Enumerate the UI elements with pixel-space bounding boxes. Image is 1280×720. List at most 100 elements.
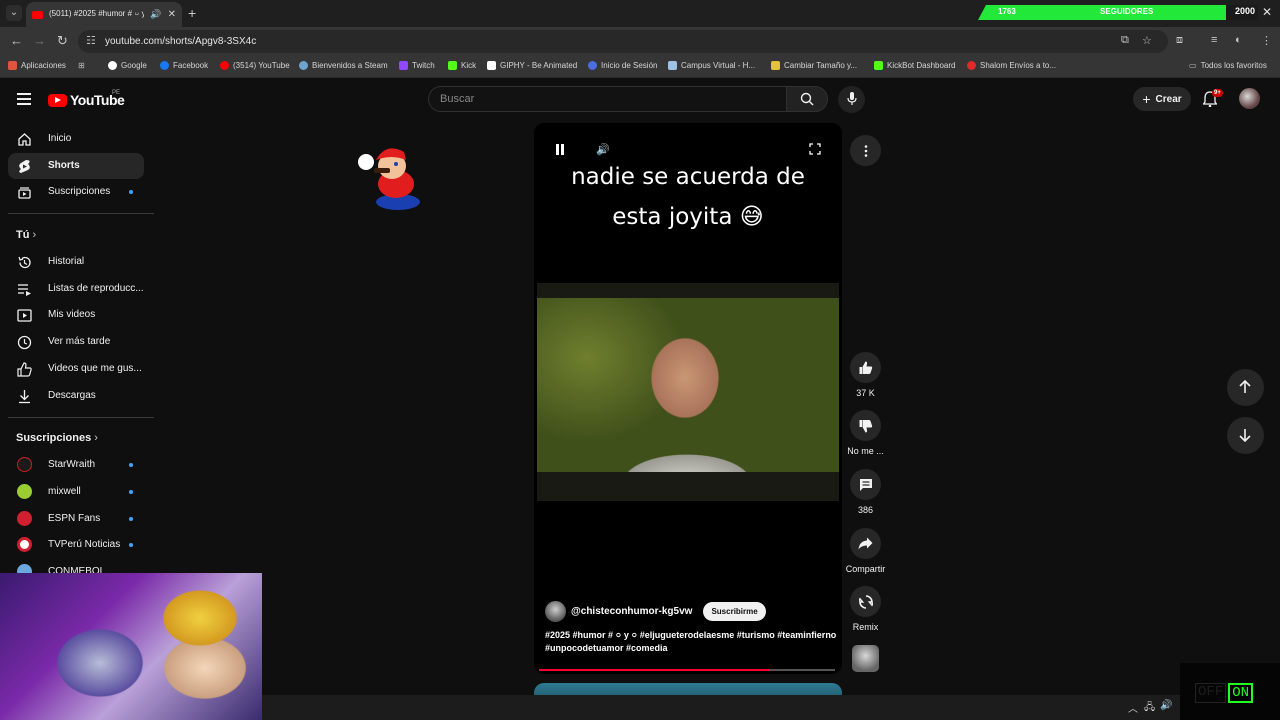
sidebar-channel-tvperu[interactable]: TVPerú Noticias <box>8 532 144 558</box>
sidebar-section-you[interactable]: Tú › <box>16 229 36 241</box>
playlist-icon <box>18 284 31 296</box>
comment-count: 386 <box>857 505 874 515</box>
youtube-play-icon <box>48 93 67 107</box>
tab-close-icon[interactable]: ✕ <box>168 9 176 20</box>
comments-button[interactable]: 386 <box>850 469 881 515</box>
bookmark-kick[interactable]: Kick <box>448 61 476 70</box>
sidebar-item-watch-later[interactable]: Ver más tarde <box>8 329 144 355</box>
bookmark-login[interactable]: Inicio de Sesión <box>588 61 657 70</box>
tab-audio-icon[interactable]: 🔊 <box>150 9 161 20</box>
channel-avatar <box>17 511 32 526</box>
shorts-player[interactable]: nadie se acuerda de esta joyita 😅 🔊 @chi… <box>534 123 842 674</box>
thumbs-up-icon <box>17 362 32 377</box>
browser-tab-active[interactable]: (5011) #2025 #humor # ০ y ০ 🔊 ✕ <box>26 2 182 27</box>
media-control-icon[interactable]: ≡ <box>1211 34 1217 46</box>
tab-search-button[interactable]: ⌄ <box>6 5 22 21</box>
bookmark-facebook[interactable]: Facebook <box>160 61 208 70</box>
sidebar-label: ESPN Fans <box>48 513 101 524</box>
bookmark-google[interactable]: Google <box>108 61 147 70</box>
next-short-button[interactable] <box>1227 417 1264 454</box>
remix-button[interactable]: Remix <box>850 586 881 632</box>
bookmark-steam[interactable]: Bienvenidos a Steam <box>299 61 388 70</box>
bookmark-youtube[interactable]: (3514) YouTube <box>220 61 290 70</box>
fullscreen-icon[interactable] <box>809 143 821 155</box>
chevron-right-icon: › <box>32 229 37 241</box>
youtube-favicon-icon <box>32 10 43 19</box>
address-bar[interactable]: ☷ youtube.com/shorts/Apgv8-3SX4c <box>78 30 1168 53</box>
status-off: OFF <box>1195 683 1227 703</box>
sidebar-item-subscriptions[interactable]: Suscripciones <box>8 179 144 205</box>
sidebar-divider <box>8 417 154 418</box>
forward-arrow-icon[interactable]: → <box>33 33 46 48</box>
tray-chevron-up-icon[interactable]: ︿ <box>1128 700 1138 715</box>
youtube-logo[interactable]: YouTube PE <box>48 90 125 108</box>
account-avatar[interactable] <box>1239 88 1260 109</box>
sidebar-label: Descargas <box>48 390 96 401</box>
sidebar-label: Videos que me gus... <box>48 363 142 374</box>
reload-icon[interactable]: ↻ <box>57 33 68 49</box>
like-button[interactable]: 37 K <box>850 352 881 398</box>
sidebar-label: TVPerú Noticias <box>48 539 121 550</box>
more-options-button[interactable] <box>850 135 881 166</box>
login-icon <box>588 61 597 70</box>
sidebar-channel-espn-fans[interactable]: ESPN Fans <box>8 506 144 532</box>
voice-search-button[interactable] <box>838 86 865 113</box>
share-icon <box>858 537 873 550</box>
bookmark-giphy[interactable]: GIPHY - Be Animated <box>487 61 577 70</box>
sidebar-item-shorts[interactable]: Shorts <box>8 153 144 179</box>
sidebar-item-downloads[interactable]: Descargas <box>8 383 144 409</box>
bookmark-kickbot[interactable]: KickBot Dashboard <box>874 61 955 70</box>
twitch-icon <box>399 61 408 70</box>
site-info-icon[interactable]: ☷ <box>86 34 96 47</box>
sound-source-thumbnail[interactable] <box>852 645 879 672</box>
sidebar-label: Inicio <box>48 133 72 144</box>
profile-icon[interactable]: ◐ <box>1235 34 1242 46</box>
speaker-icon[interactable]: 🔊 <box>1160 700 1172 711</box>
back-arrow-icon[interactable]: ← <box>10 33 23 48</box>
browser-menu-icon[interactable]: ⋮ <box>1261 34 1272 47</box>
create-button[interactable]: + Crear <box>1133 87 1191 111</box>
search-input[interactable] <box>440 93 760 105</box>
bookmark-star-icon[interactable]: ☆ <box>1142 34 1152 47</box>
sidebar-channel-starwraith[interactable]: StarWraith <box>8 452 144 478</box>
video-hashtags[interactable]: #2025 #humor # ০ y ০ #eljugueterodelaesm… <box>545 629 840 655</box>
remix-icon <box>858 594 873 609</box>
new-content-dot <box>129 463 133 467</box>
search-button[interactable] <box>786 86 828 112</box>
sidebar-section-subscriptions[interactable]: Suscripciones › <box>16 432 98 444</box>
previous-short-button[interactable] <box>1227 369 1264 406</box>
video-progress-fill <box>539 669 770 671</box>
arrow-up-icon <box>1239 380 1251 393</box>
new-content-dot <box>129 190 133 194</box>
sidebar-item-liked-videos[interactable]: Videos que me gus... <box>8 356 144 382</box>
menu-hamburger-icon[interactable] <box>17 93 31 108</box>
sidebar-item-playlists[interactable]: Listas de reproducc... <box>8 276 144 302</box>
bookmark-resize[interactable]: Cambiar Tamaño y... <box>771 61 857 70</box>
sidebar-channel-mixwell[interactable]: mixwell <box>8 479 144 505</box>
bookmark-apps[interactable]: Aplicaciones <box>8 61 66 70</box>
bookmark-shalom[interactable]: Shalom Envíos a to... <box>967 61 1056 70</box>
subscribe-button[interactable]: Suscribirme <box>703 602 766 621</box>
sidebar-item-history[interactable]: Historial <box>8 249 144 275</box>
network-icon[interactable]: 🖧 <box>1144 700 1155 717</box>
channel-name[interactable]: @chisteconhumor-kg5vw <box>571 606 692 617</box>
remix-label: Remix <box>852 622 879 632</box>
bookmark-all-favorites[interactable]: ▭ Todos los favoritos <box>1189 61 1267 70</box>
extensions-icon[interactable]: ⧈ <box>1176 34 1183 47</box>
cast-icon[interactable]: ⧉ <box>1121 34 1129 47</box>
pause-icon[interactable] <box>555 144 565 155</box>
video-progress-bar[interactable] <box>539 669 835 671</box>
sidebar-item-home[interactable]: Inicio <box>8 126 144 152</box>
sidebar-item-my-videos[interactable]: Mis videos <box>8 302 144 328</box>
grid-icon: ⊞ <box>78 61 85 70</box>
volume-icon[interactable]: 🔊 <box>596 143 610 156</box>
bookmark-grid[interactable]: ⊞ <box>78 61 85 70</box>
bookmark-twitch[interactable]: Twitch <box>399 61 435 70</box>
share-button[interactable]: Compartir <box>846 528 885 574</box>
kick-icon <box>448 61 457 70</box>
bookmark-campus[interactable]: Campus Virtual - H... <box>668 61 755 70</box>
dislike-button[interactable]: No me ... <box>847 410 884 456</box>
window-close-icon[interactable]: ✕ <box>1262 5 1272 19</box>
channel-avatar[interactable] <box>545 601 566 622</box>
new-tab-button[interactable]: + <box>188 5 196 21</box>
